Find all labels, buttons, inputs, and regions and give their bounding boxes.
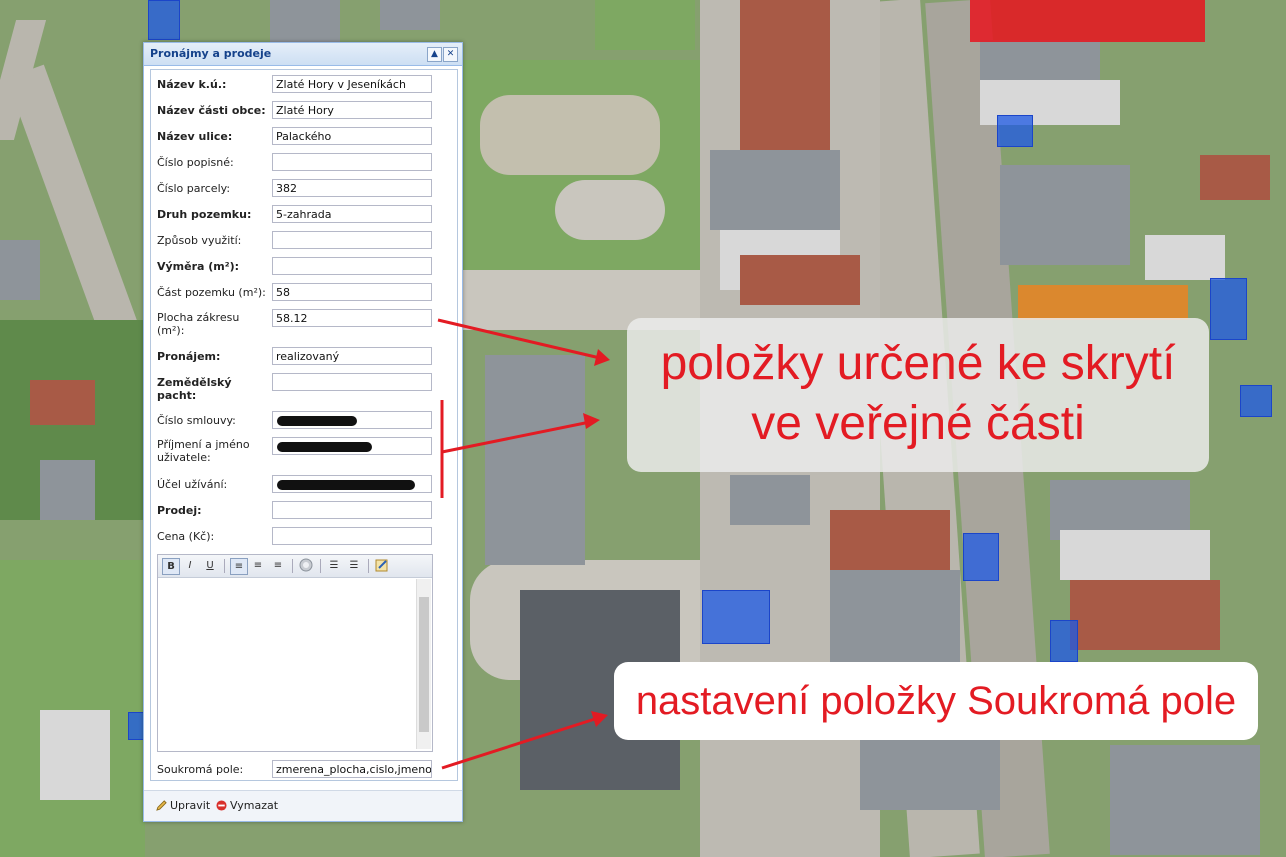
callout-line: ve veřejné části: [751, 397, 1085, 450]
hidden-items-callout: položky určené ke skrytí ve veřejné část…: [627, 318, 1209, 472]
private-fields-callout: nastavení položky Soukromá pole: [614, 662, 1258, 740]
callout-line: položky určené ke skrytí: [660, 337, 1176, 390]
